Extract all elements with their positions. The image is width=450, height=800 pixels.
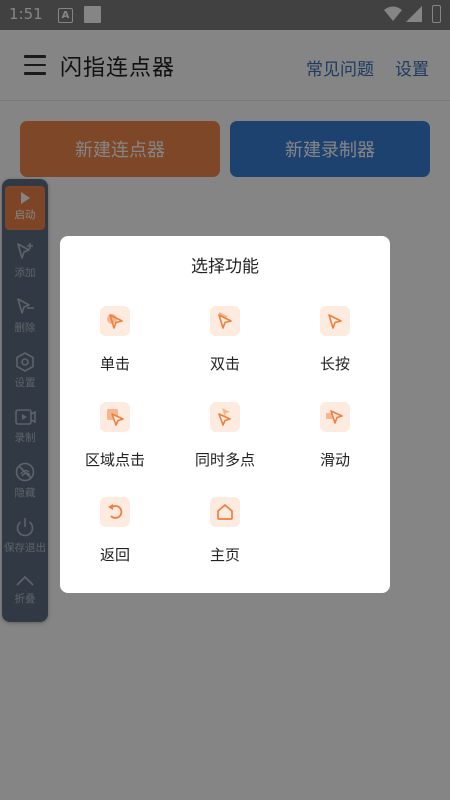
function-label: 返回	[99, 546, 130, 564]
swipe-icon	[320, 402, 350, 432]
function-label: 主页	[209, 546, 240, 564]
function-back[interactable]: 返回	[60, 497, 170, 577]
function-long-press[interactable]: 长按	[280, 306, 390, 386]
function-multi-point[interactable]: 同时多点	[170, 402, 280, 482]
select-function-dialog: 选择功能 单击 双击 长按 区域点击 同时多点 滑动 返回 主页	[60, 236, 390, 593]
area-click-icon	[100, 402, 130, 432]
function-label: 同时多点	[194, 451, 255, 469]
function-swipe[interactable]: 滑动	[280, 402, 390, 482]
multi-point-icon	[210, 402, 240, 432]
function-home[interactable]: 主页	[170, 497, 280, 577]
function-area-click[interactable]: 区域点击	[60, 402, 170, 482]
back-icon	[100, 497, 130, 527]
function-double-tap[interactable]: 双击	[170, 306, 280, 386]
function-label: 滑动	[319, 451, 350, 469]
function-label: 双击	[209, 355, 240, 373]
function-label: 区域点击	[84, 451, 145, 469]
long-press-icon	[320, 306, 350, 336]
single-tap-icon	[100, 306, 130, 336]
home-icon	[210, 497, 240, 527]
function-label: 长按	[319, 355, 350, 373]
function-single-tap[interactable]: 单击	[60, 306, 170, 386]
dialog-title: 选择功能	[191, 257, 259, 277]
function-label: 单击	[99, 355, 130, 373]
double-tap-icon	[210, 306, 240, 336]
